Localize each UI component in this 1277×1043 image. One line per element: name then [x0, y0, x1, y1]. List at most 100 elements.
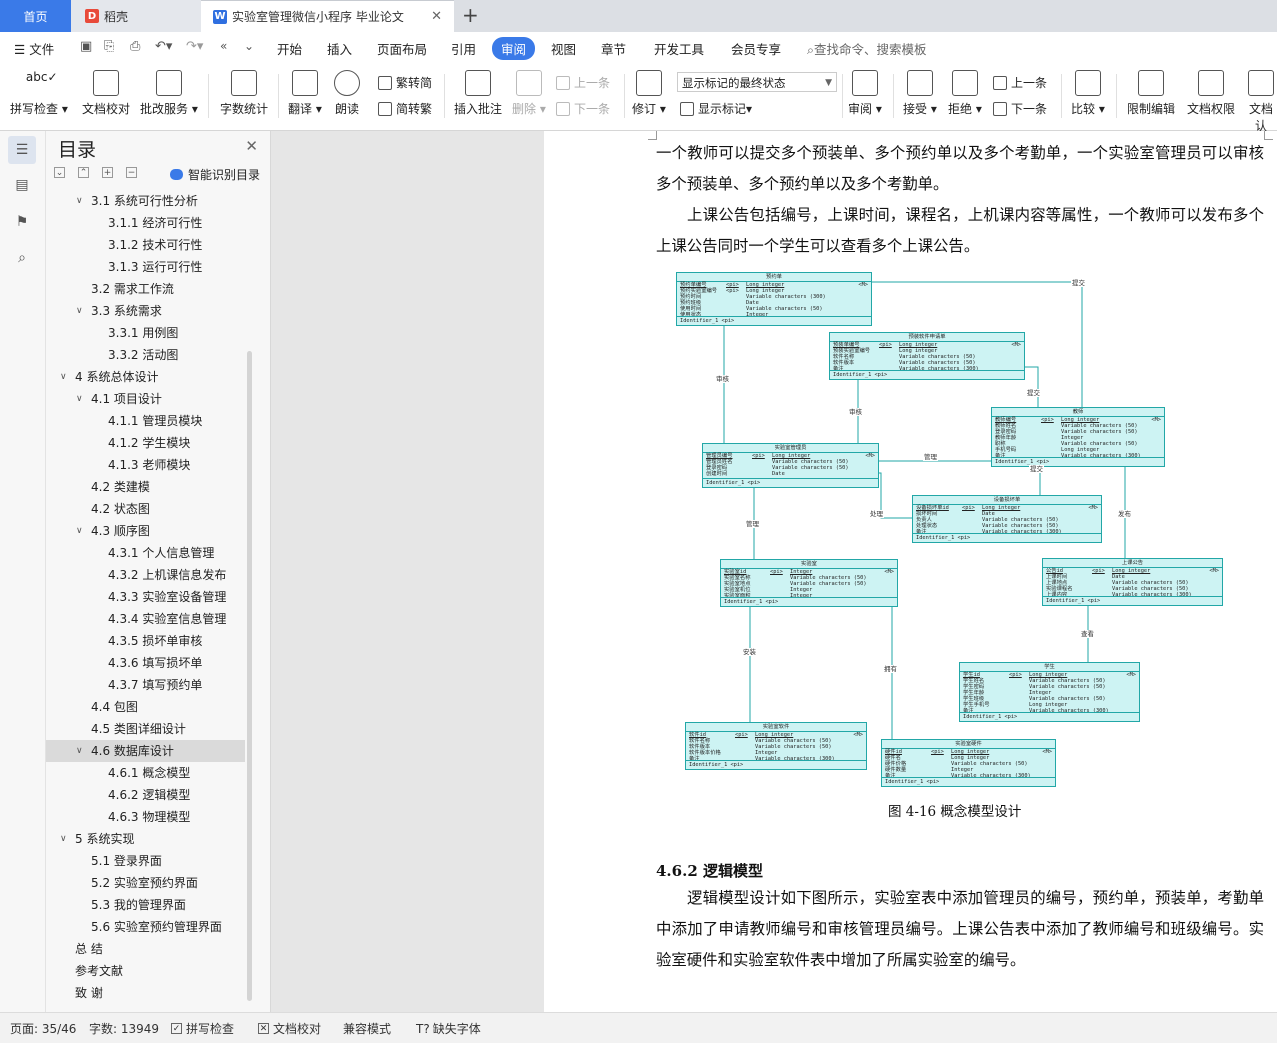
- menu-layout[interactable]: 页面布局: [377, 39, 427, 58]
- redo-icon[interactable]: ↷▾: [186, 39, 203, 54]
- toc-item[interactable]: 4.3.1 个人信息管理: [46, 542, 245, 564]
- new-tab-button[interactable]: +: [462, 3, 479, 27]
- next-change-button[interactable]: 下一条: [993, 100, 1047, 117]
- chevron-down-icon[interactable]: ∨: [76, 300, 83, 322]
- toc-item[interactable]: 致 谢: [46, 982, 245, 1004]
- toc-item[interactable]: ∨ 4.3 顺序图: [46, 520, 245, 542]
- undo-icon[interactable]: ↶▾: [155, 39, 172, 54]
- tab-document[interactable]: W 实验室管理微信小程序 毕业论文 ✕: [201, 0, 454, 32]
- toc-item[interactable]: 3.2 需求工作流: [46, 278, 245, 300]
- reject-button[interactable]: 拒绝 ▾: [948, 70, 982, 117]
- toc-item[interactable]: 参考文献: [46, 960, 245, 982]
- toc-item[interactable]: 4.6.2 逻辑模型: [46, 784, 245, 806]
- toc-item[interactable]: 4.3.7 填写预约单: [46, 674, 245, 696]
- chevron-down-icon[interactable]: ∨: [60, 366, 67, 388]
- toc-item[interactable]: ∨ 3.1 系统可行性分析: [46, 190, 245, 212]
- toc-item[interactable]: 4.3.3 实验室设备管理: [46, 586, 245, 608]
- toc-item[interactable]: 3.1.2 技术可行性: [46, 234, 245, 256]
- next-comment-button[interactable]: 下一条: [556, 100, 610, 117]
- menu-references[interactable]: 引用: [451, 39, 476, 58]
- toc-item[interactable]: 4.5 类图详细设计: [46, 718, 245, 740]
- toc-item[interactable]: ∨ 5 系统实现: [46, 828, 245, 850]
- batch-service-button[interactable]: 批改服务 ▾: [140, 70, 198, 117]
- export-icon[interactable]: ⎘: [104, 39, 114, 54]
- insert-comment-button[interactable]: 插入批注: [454, 70, 502, 117]
- toc-item[interactable]: 4.3.5 损坏单审核: [46, 630, 245, 652]
- prev-comment-button[interactable]: 上一条: [556, 74, 610, 91]
- toc-item[interactable]: 3.3.2 活动图: [46, 344, 245, 366]
- to-simplified-button[interactable]: 简转繁: [378, 100, 432, 117]
- toc-item[interactable]: 3.1.1 经济可行性: [46, 212, 245, 234]
- toc-item[interactable]: 4.1.2 学生模块: [46, 432, 245, 454]
- toc-item[interactable]: 5.3 我的管理界面: [46, 894, 245, 916]
- command-search[interactable]: ⌕查找命令、搜索模板: [807, 39, 927, 58]
- search-icon[interactable]: ⌕: [12, 248, 32, 268]
- delete-comment-button[interactable]: 删除 ▾: [512, 70, 546, 117]
- toc-scrollbar[interactable]: [247, 351, 252, 1001]
- close-icon[interactable]: ✕: [245, 137, 258, 155]
- word-count-indicator[interactable]: 字数: 13949: [89, 1020, 159, 1037]
- menu-insert[interactable]: 插入: [327, 39, 352, 58]
- doc-cert-button[interactable]: 文档认: [1245, 70, 1277, 134]
- document-page[interactable]: 一个教师可以提交多个预装单、多个预约单以及多个考勤单，一个实验室管理员可以审核多…: [544, 131, 1277, 1012]
- print-icon[interactable]: ⎙: [130, 39, 140, 54]
- chevron-down-icon[interactable]: ∨: [60, 828, 67, 850]
- chevron-down-icon[interactable]: ∨: [76, 190, 83, 212]
- remove-heading-icon[interactable]: −: [126, 167, 137, 178]
- tab-home[interactable]: 首页: [0, 0, 71, 32]
- toc-item[interactable]: 4.2 类建模: [46, 476, 245, 498]
- expand-icon[interactable]: ⌃: [78, 167, 89, 178]
- file-menu[interactable]: ☰ 文件: [14, 39, 54, 58]
- doc-proof-toggle[interactable]: ✕ 文档校对: [258, 1020, 321, 1037]
- restrict-edit-button[interactable]: 限制编辑: [1127, 70, 1175, 117]
- toc-item[interactable]: 5.2 实验室预约界面: [46, 872, 245, 894]
- toc-item[interactable]: 5.1 登录界面: [46, 850, 245, 872]
- bookmark-icon[interactable]: ⚑: [12, 212, 32, 232]
- accept-button[interactable]: 接受 ▾: [903, 70, 937, 117]
- spell-check-toggle[interactable]: ✓ 拼写检查: [171, 1020, 234, 1037]
- menu-view[interactable]: 视图: [551, 39, 576, 58]
- toc-item[interactable]: 4.1.1 管理员模块: [46, 410, 245, 432]
- to-traditional-button[interactable]: 繁转简: [378, 74, 432, 91]
- collapse-all-icon[interactable]: ⌄: [54, 167, 65, 178]
- chevron-down-icon[interactable]: ∨: [76, 740, 83, 762]
- toc-item[interactable]: 4.6.1 概念模型: [46, 762, 245, 784]
- more-icon[interactable]: «: [220, 39, 227, 53]
- toc-item[interactable]: 4.4 包图: [46, 696, 245, 718]
- word-count-button[interactable]: 字数统计: [220, 70, 268, 117]
- toc-item[interactable]: 4.6.3 物理模型: [46, 806, 245, 828]
- toc-item[interactable]: 3.1.3 运行可行性: [46, 256, 245, 278]
- revise-button[interactable]: 修订 ▾: [632, 70, 666, 117]
- doc-permission-button[interactable]: 文档权限: [1187, 70, 1235, 117]
- add-heading-icon[interactable]: +: [102, 167, 113, 178]
- show-markup-button[interactable]: 显示标记 ▾: [680, 100, 752, 117]
- menu-devtools[interactable]: 开发工具: [654, 39, 704, 58]
- toc-item[interactable]: ∨ 4 系统总体设计: [46, 366, 245, 388]
- toc-item[interactable]: 总 结: [46, 938, 245, 960]
- nav-pane-icon[interactable]: ▤: [12, 175, 32, 195]
- chevron-down-icon[interactable]: ∨: [76, 388, 83, 410]
- missing-font-button[interactable]: T? 缺失字体: [416, 1020, 481, 1037]
- dropdown-icon[interactable]: ⌄: [244, 39, 254, 53]
- close-icon[interactable]: ✕: [431, 9, 442, 24]
- toc-item[interactable]: ∨ 3.3 系统需求: [46, 300, 245, 322]
- toc-item[interactable]: 4.2 状态图: [46, 498, 245, 520]
- menu-membership[interactable]: 会员专享: [731, 39, 781, 58]
- menu-start[interactable]: 开始: [277, 39, 302, 58]
- spell-check-button[interactable]: abc✓ 拼写检查 ▾: [10, 70, 68, 117]
- menu-review[interactable]: 审阅: [492, 37, 536, 60]
- toc-item[interactable]: 4.1.3 老师模块: [46, 454, 245, 476]
- prev-change-button[interactable]: 上一条: [993, 74, 1047, 91]
- compare-button[interactable]: 比较 ▾: [1071, 70, 1105, 117]
- toc-item[interactable]: ∨ 4.1 项目设计: [46, 388, 245, 410]
- review-pane-button[interactable]: 审阅 ▾: [848, 70, 882, 117]
- page-indicator[interactable]: 页面: 35/46: [10, 1020, 76, 1037]
- save-icon[interactable]: ▣: [80, 39, 92, 54]
- toc-item[interactable]: ∨ 4.6 数据库设计: [46, 740, 245, 762]
- menu-chapter[interactable]: 章节: [601, 39, 626, 58]
- doc-proof-button[interactable]: 文档校对: [82, 70, 130, 117]
- smart-toc-button[interactable]: 智能识别目录: [170, 166, 260, 183]
- toc-item[interactable]: 4.3.4 实验室信息管理: [46, 608, 245, 630]
- tab-daoke[interactable]: D 稻壳: [71, 0, 201, 32]
- translate-button[interactable]: 翻译 ▾: [288, 70, 322, 117]
